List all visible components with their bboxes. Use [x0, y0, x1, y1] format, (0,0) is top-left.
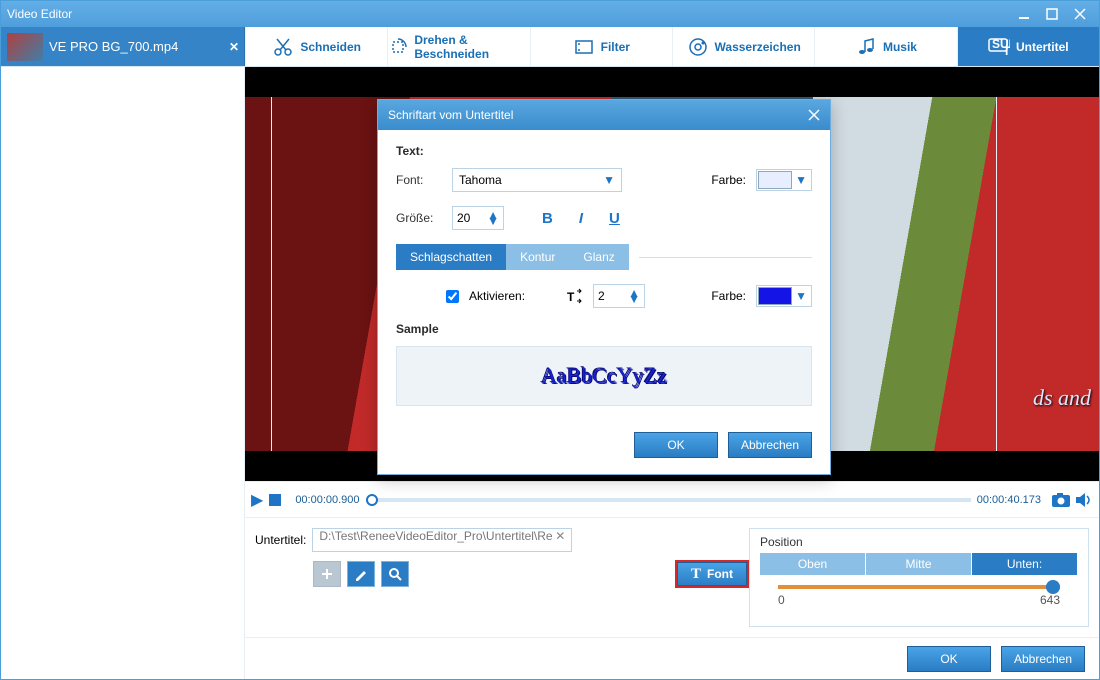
titlebar: Video Editor	[1, 1, 1099, 27]
app-title: Video Editor	[7, 7, 72, 21]
close-button[interactable]	[1067, 5, 1093, 23]
chevron-down-icon: ▼	[603, 173, 615, 187]
effect-tabs: Schlagschatten Kontur Glanz	[396, 244, 812, 270]
chevron-down-icon: ▼	[795, 289, 807, 303]
snapshot-button[interactable]	[1051, 492, 1071, 508]
minimize-button[interactable]	[1011, 5, 1037, 23]
ok-button[interactable]: OK	[907, 646, 991, 672]
subtitle-path-label: Untertitel:	[255, 533, 306, 547]
position-slider-handle[interactable]	[1046, 580, 1060, 594]
effect-color-picker[interactable]: ▼	[756, 285, 812, 307]
size-spinner[interactable]: 20▲▼	[452, 206, 504, 230]
tab-glow[interactable]: Glanz	[569, 244, 628, 270]
text-color-label: Farbe:	[711, 173, 746, 187]
footer: OK Abbrechen	[245, 637, 1099, 679]
cut-icon	[272, 36, 294, 58]
tab-outline[interactable]: Kontur	[506, 244, 569, 270]
size-label: Größe:	[396, 211, 442, 225]
underline-button[interactable]: U	[609, 210, 620, 227]
svg-text:T: T	[1003, 44, 1010, 57]
time-end: 00:00:40.173	[977, 494, 1041, 506]
music-icon	[855, 36, 877, 58]
italic-button[interactable]: I	[579, 210, 583, 227]
tool-cut[interactable]: Schneiden	[245, 27, 387, 66]
text-icon: T	[691, 566, 701, 583]
file-tab[interactable]: VE PRO BG_700.mp4 ✕	[1, 27, 245, 66]
position-middle[interactable]: Mitte	[866, 553, 972, 575]
tool-filter[interactable]: Filter	[530, 27, 672, 66]
add-subtitle-button[interactable]	[313, 561, 341, 587]
subtitle-overlay: ds and	[1033, 385, 1091, 411]
position-max: 643	[1040, 593, 1060, 607]
filter-icon	[573, 36, 595, 58]
ribbon: VE PRO BG_700.mp4 ✕ Schneiden Drehen & B…	[1, 27, 1099, 67]
file-tab-close[interactable]: ✕	[224, 40, 244, 54]
position-title: Position	[760, 535, 1078, 549]
tool-rotate[interactable]: Drehen & Beschneiden	[387, 27, 529, 66]
watermark-icon	[687, 36, 709, 58]
sample-preview: AaBbCcYyZz	[396, 346, 812, 406]
activate-label: Aktivieren:	[469, 289, 525, 303]
play-button[interactable]: ▶	[251, 490, 263, 510]
dialog-cancel-button[interactable]: Abbrechen	[728, 432, 812, 458]
subtitle-path-input[interactable]: D:\Test\ReneeVideoEditor_Pro\Untertitel\…	[312, 528, 572, 552]
offset-icon: T	[565, 288, 583, 304]
text-color-picker[interactable]: ▼	[756, 169, 812, 191]
font-label: Font:	[396, 173, 442, 187]
subtitle-icon: SUBT	[988, 36, 1010, 58]
dialog-close-button[interactable]	[808, 109, 820, 121]
tool-subtitle[interactable]: SUBTUntertitel	[957, 27, 1099, 66]
subtitle-panel: Untertitel: D:\Test\ReneeVideoEditor_Pro…	[245, 517, 1099, 637]
activate-checkbox[interactable]	[446, 290, 459, 303]
dialog-titlebar: Schriftart vom Untertitel	[378, 100, 830, 130]
clear-path-icon[interactable]: ✕	[555, 529, 565, 543]
file-thumbnail	[7, 33, 43, 61]
chevron-down-icon: ▼	[795, 173, 807, 187]
file-name: VE PRO BG_700.mp4	[49, 39, 224, 54]
position-panel: Position Oben Mitte Unten: 0 643	[749, 528, 1089, 627]
stop-button[interactable]	[269, 494, 281, 506]
seek-handle[interactable]	[366, 494, 378, 506]
font-combo[interactable]: Tahoma▼	[452, 168, 622, 192]
seek-track[interactable]	[366, 498, 971, 502]
tool-watermark[interactable]: Wasserzeichen	[672, 27, 814, 66]
cancel-button[interactable]: Abbrechen	[1001, 646, 1085, 672]
svg-text:T: T	[567, 290, 575, 304]
subtitle-font-dialog: Schriftart vom Untertitel Text: Font: Ta…	[377, 99, 831, 475]
sample-label: Sample	[396, 322, 812, 336]
text-section-label: Text:	[396, 144, 812, 158]
dialog-ok-button[interactable]: OK	[634, 432, 718, 458]
tab-shadow[interactable]: Schlagschatten	[396, 244, 506, 270]
offset-spinner[interactable]: 2▲▼	[593, 284, 645, 308]
app-window: Video Editor VE PRO BG_700.mp4 ✕ Schneid…	[0, 0, 1100, 680]
effect-color-label: Farbe:	[711, 289, 746, 303]
sidebar	[1, 67, 245, 679]
bold-button[interactable]: B	[542, 210, 553, 227]
rotate-icon	[388, 36, 408, 58]
position-bottom[interactable]: Unten:	[972, 553, 1078, 575]
tool-music[interactable]: Musik	[814, 27, 956, 66]
transport-bar: ▶ 00:00:00.900 00:00:40.173	[245, 481, 1099, 517]
position-top[interactable]: Oben	[760, 553, 866, 575]
edit-subtitle-button[interactable]	[347, 561, 375, 587]
time-start: 00:00:00.900	[295, 494, 359, 506]
maximize-button[interactable]	[1039, 5, 1065, 23]
tool-tabs: Schneiden Drehen & Beschneiden Filter Wa…	[245, 27, 1099, 66]
font-button[interactable]: TFont	[675, 560, 749, 588]
volume-button[interactable]	[1075, 492, 1093, 508]
search-subtitle-button[interactable]	[381, 561, 409, 587]
position-min: 0	[778, 593, 785, 607]
position-slider[interactable]	[778, 585, 1060, 589]
dialog-title: Schriftart vom Untertitel	[388, 108, 513, 122]
